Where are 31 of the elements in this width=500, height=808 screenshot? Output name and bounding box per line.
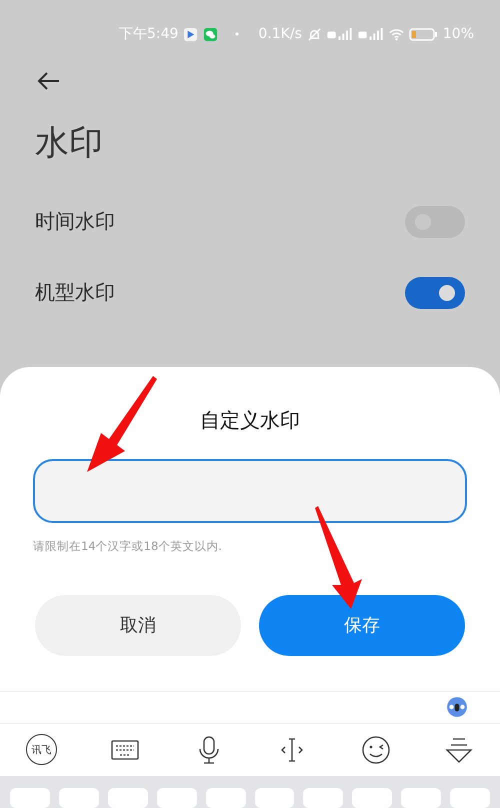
input-field[interactable] bbox=[33, 459, 467, 523]
keyboard-key[interactable] bbox=[401, 788, 442, 808]
keyboard-key[interactable] bbox=[450, 788, 490, 808]
signal-icon bbox=[358, 27, 384, 41]
bell-muted-icon bbox=[306, 26, 322, 42]
input-method-logo[interactable]: 讯飞 bbox=[26, 734, 57, 766]
keyboard-key[interactable] bbox=[58, 788, 99, 808]
toggle-switch[interactable] bbox=[405, 276, 465, 308]
battery-icon bbox=[408, 28, 438, 40]
keyboard-key[interactable] bbox=[254, 788, 294, 808]
chat-icon bbox=[203, 26, 218, 42]
keyboard-key[interactable] bbox=[108, 788, 148, 808]
keyboard-key[interactable] bbox=[352, 788, 392, 808]
page-title: 水印 bbox=[35, 122, 104, 165]
setting-label: 时间水印 bbox=[35, 208, 115, 235]
setting-label: 机型水印 bbox=[35, 279, 115, 306]
hint-text: 请限制在14个汉字或18个英文以内. bbox=[33, 538, 222, 554]
keyboard-key[interactable] bbox=[206, 788, 246, 808]
cancel-button[interactable]: 取消 bbox=[35, 594, 241, 656]
dialog-title: 自定义水印 bbox=[200, 407, 300, 434]
keyboard-key[interactable] bbox=[303, 788, 344, 808]
signal-icon bbox=[326, 27, 353, 41]
keyboard-key[interactable] bbox=[156, 788, 197, 808]
keyboard-key[interactable] bbox=[10, 788, 50, 808]
emoji-icon[interactable] bbox=[360, 734, 391, 765]
wifi-icon bbox=[388, 26, 404, 42]
save-button[interactable]: 保存 bbox=[259, 594, 465, 656]
dot-icon bbox=[235, 32, 240, 36]
assistant-icon[interactable] bbox=[446, 696, 468, 718]
back-arrow-icon[interactable] bbox=[37, 70, 61, 92]
app-icon bbox=[183, 26, 198, 42]
